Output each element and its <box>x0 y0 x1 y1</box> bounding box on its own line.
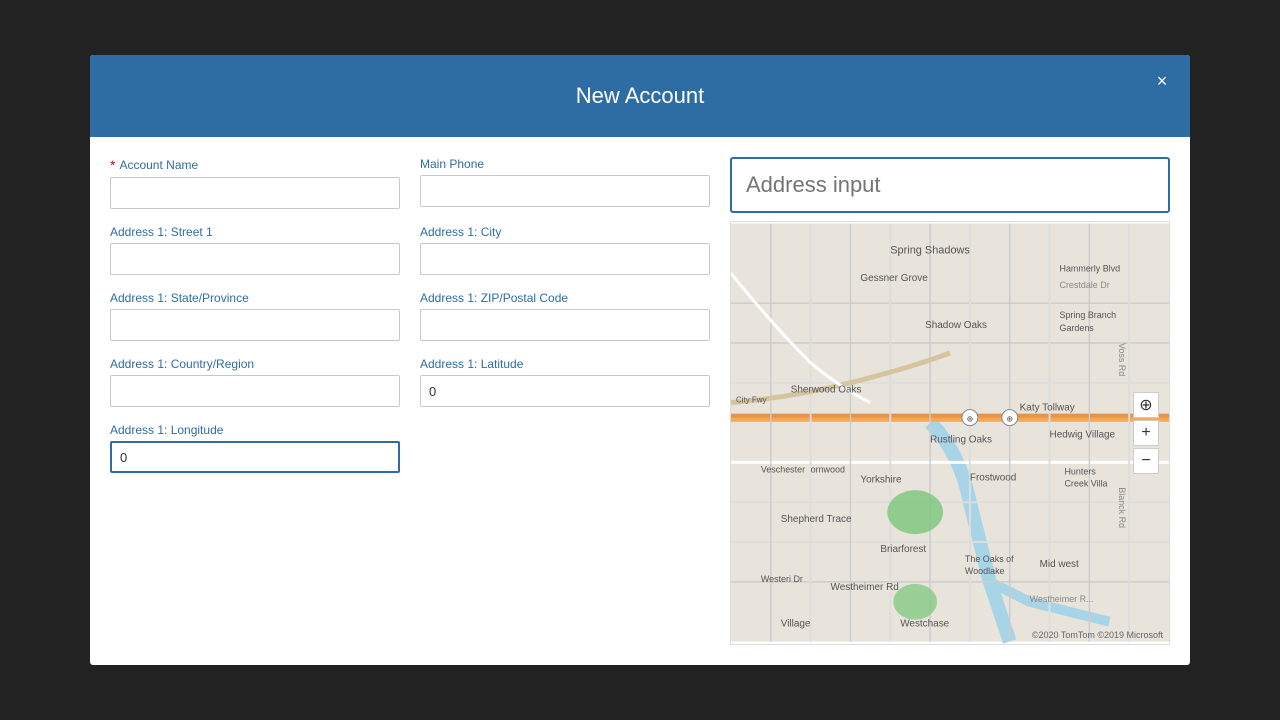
svg-text:Spring Branch: Spring Branch <box>1060 311 1117 321</box>
map-svg: Spring Shadows Gessner Grove Hammerly Bl… <box>731 222 1169 643</box>
svg-text:Sherwood Oaks: Sherwood Oaks <box>791 385 862 396</box>
country-input[interactable] <box>110 375 400 407</box>
svg-text:Westheimer Rd: Westheimer Rd <box>831 582 899 593</box>
account-name-group: * Account Name <box>110 157 400 209</box>
modal-header: New Account × <box>90 55 1190 137</box>
account-name-label: * Account Name <box>110 157 400 173</box>
compass-button[interactable]: ⊕ <box>1133 392 1159 418</box>
state-group: Address 1: State/Province <box>110 291 400 341</box>
svg-text:Voss Rd: Voss Rd <box>1117 343 1127 376</box>
latitude-group: Address 1: Latitude 0 <box>420 357 710 407</box>
svg-text:Westchase: Westchase <box>900 619 949 630</box>
svg-text:Frostwood: Frostwood <box>970 473 1016 484</box>
svg-text:Shadow Oaks: Shadow Oaks <box>925 320 987 331</box>
new-account-modal: New Account × * Account Name Mai <box>90 55 1190 664</box>
svg-text:Village: Village <box>781 619 811 630</box>
country-group: Address 1: Country/Region <box>110 357 400 407</box>
form-row-3: Address 1: State/Province Address 1: ZIP… <box>110 291 710 341</box>
empty-group <box>420 423 710 473</box>
svg-text:Creek Villa: Creek Villa <box>1064 479 1107 489</box>
svg-text:Gessner Grove: Gessner Grove <box>860 274 928 285</box>
state-label: Address 1: State/Province <box>110 291 400 305</box>
country-label: Address 1: Country/Region <box>110 357 400 371</box>
map-section: Spring Shadows Gessner Grove Hammerly Bl… <box>730 157 1170 644</box>
svg-text:Yorkshire: Yorkshire <box>860 475 902 486</box>
svg-text:Westheimer R...: Westheimer R... <box>1030 594 1094 604</box>
svg-text:Hedwig Village: Hedwig Village <box>1050 430 1116 441</box>
svg-text:The Oaks of: The Oaks of <box>965 554 1014 564</box>
street1-group: Address 1: Street 1 <box>110 225 400 275</box>
main-phone-label: Main Phone <box>420 157 710 171</box>
state-input[interactable] <box>110 309 400 341</box>
modal-overlay: New Account × * Account Name Mai <box>0 0 1280 720</box>
svg-text:Katy Tollway: Katy Tollway <box>1020 403 1075 414</box>
svg-text:Veschester: Veschester <box>761 465 805 475</box>
map-controls: ⊕ + − <box>1133 392 1159 474</box>
map-copyright: ©2020 TomTom ©2019 Microsoft <box>1032 630 1163 640</box>
modal-body: * Account Name Main Phone Address 1: Str… <box>90 137 1190 664</box>
svg-text:Shepherd Trace: Shepherd Trace <box>781 515 852 526</box>
svg-text:Westeri Dr: Westeri Dr <box>761 574 803 584</box>
zip-group: Address 1: ZIP/Postal Code <box>420 291 710 341</box>
svg-text:Spring Shadows: Spring Shadows <box>890 245 970 257</box>
zip-label: Address 1: ZIP/Postal Code <box>420 291 710 305</box>
city-input[interactable] <box>420 243 710 275</box>
svg-text:Hunters: Hunters <box>1064 467 1096 477</box>
street1-label: Address 1: Street 1 <box>110 225 400 239</box>
address-input[interactable] <box>730 157 1170 213</box>
zip-input[interactable] <box>420 309 710 341</box>
account-name-input[interactable] <box>110 177 400 209</box>
form-row-1: * Account Name Main Phone <box>110 157 710 209</box>
svg-text:⊕: ⊕ <box>1006 415 1013 424</box>
svg-text:Briarforest: Briarforest <box>880 544 926 555</box>
form-row-2: Address 1: Street 1 Address 1: City <box>110 225 710 275</box>
svg-text:Woodlake: Woodlake <box>965 566 1005 576</box>
longitude-group: Address 1: Longitude 0 <box>110 423 400 473</box>
svg-text:Blanck Rd: Blanck Rd <box>1117 488 1127 529</box>
form-row-5: Address 1: Longitude 0 <box>110 423 710 473</box>
svg-text:Hammerly Blvd: Hammerly Blvd <box>1060 264 1121 274</box>
svg-text:Crestdale Dr: Crestdale Dr <box>1060 281 1110 291</box>
latitude-label: Address 1: Latitude <box>420 357 710 371</box>
main-phone-input[interactable] <box>420 175 710 207</box>
svg-text:⊕: ⊕ <box>967 415 974 424</box>
city-group: Address 1: City <box>420 225 710 275</box>
svg-text:Mid west: Mid west <box>1040 559 1079 570</box>
svg-text:ornwood: ornwood <box>811 465 845 475</box>
longitude-label: Address 1: Longitude <box>110 423 400 437</box>
svg-text:Rustling Oaks: Rustling Oaks <box>930 435 992 446</box>
main-phone-group: Main Phone <box>420 157 710 209</box>
street1-input[interactable] <box>110 243 400 275</box>
latitude-input[interactable]: 0 <box>420 375 710 407</box>
close-button[interactable]: × <box>1148 67 1176 95</box>
form-section: * Account Name Main Phone Address 1: Str… <box>110 157 710 644</box>
form-row-4: Address 1: Country/Region Address 1: Lat… <box>110 357 710 407</box>
modal-title: New Account <box>576 83 704 108</box>
city-label: Address 1: City <box>420 225 710 239</box>
svg-text:Gardens: Gardens <box>1060 323 1095 333</box>
zoom-out-button[interactable]: − <box>1133 448 1159 474</box>
longitude-input[interactable]: 0 <box>110 441 400 473</box>
svg-text:City Fwy: City Fwy <box>736 396 767 405</box>
zoom-in-button[interactable]: + <box>1133 420 1159 446</box>
required-star: * <box>110 157 115 173</box>
map-container: Spring Shadows Gessner Grove Hammerly Bl… <box>730 221 1170 644</box>
